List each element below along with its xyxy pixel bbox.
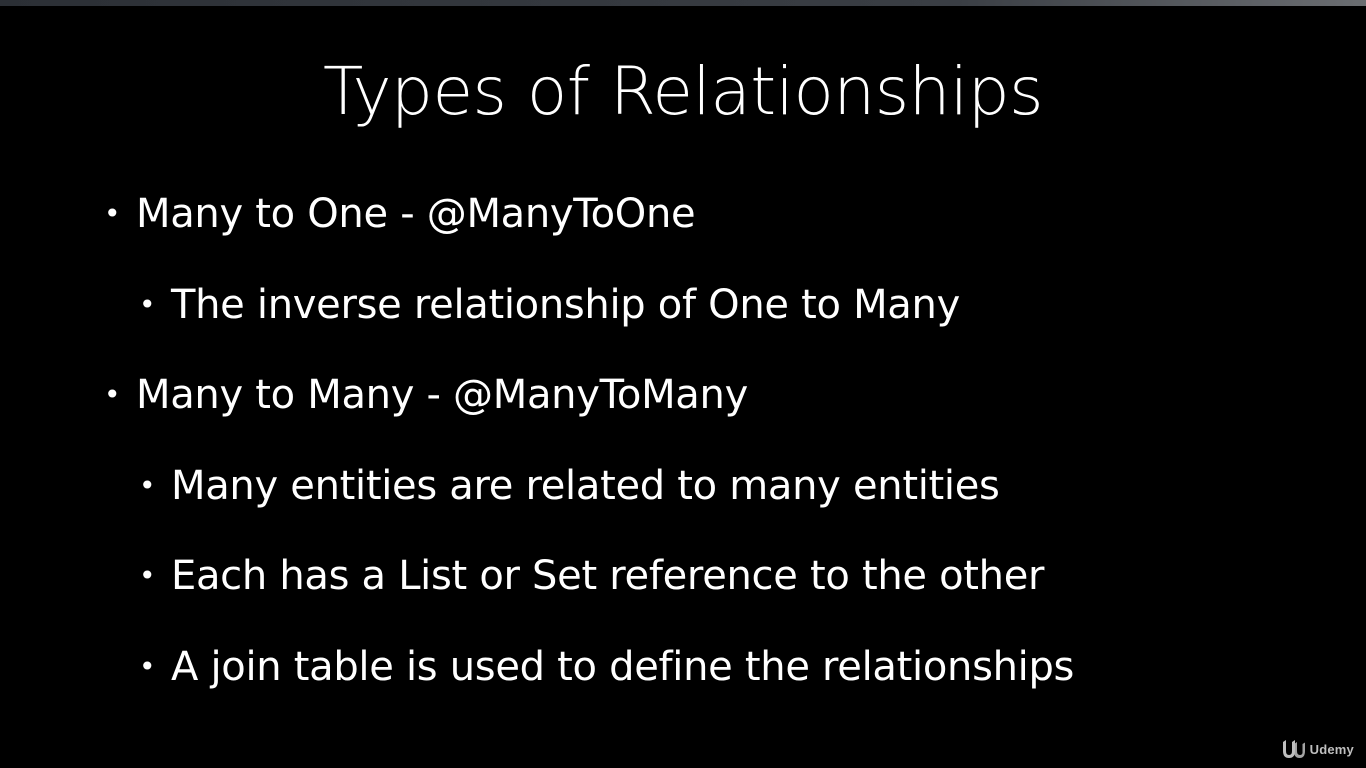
bullet-dot-icon: • — [139, 650, 156, 683]
bullet-many-to-many: • Many to Many - @ManyToMany — [104, 371, 748, 419]
bullet-dot-icon: • — [139, 559, 156, 592]
bullet-dot-icon: • — [104, 378, 121, 411]
bullet-text: Many to One - @ManyToOne — [136, 191, 696, 237]
sub-bullet-many-entities: • Many entities are related to many enti… — [139, 462, 1000, 510]
bullet-text: A join table is used to define the relat… — [171, 644, 1075, 690]
slide-title: Types of Relationships — [322, 53, 1044, 130]
bullet-text: Each has a List or Set reference to the … — [171, 553, 1045, 599]
sub-bullet-join-table: • A join table is used to define the rel… — [139, 643, 1075, 691]
watermark-text: Udemy — [1309, 741, 1354, 757]
bullet-dot-icon: • — [104, 197, 121, 230]
bullet-dot-icon: • — [139, 469, 156, 502]
sub-bullet-inverse-relationship: • The inverse relationship of One to Man… — [139, 281, 960, 329]
udemy-watermark: Udemy — [1280, 738, 1354, 760]
bullet-text: The inverse relationship of One to Many — [171, 282, 960, 328]
udemy-logo-icon — [1282, 740, 1305, 758]
bullet-text: Many entities are related to many entiti… — [171, 463, 1000, 509]
top-progress-bar — [0, 0, 1366, 6]
bullet-many-to-one: • Many to One - @ManyToOne — [104, 190, 696, 238]
slide: Types of Relationships • Many to One - @… — [0, 0, 1366, 768]
bullet-text: Many to Many - @ManyToMany — [136, 372, 748, 418]
bullet-dot-icon: • — [139, 288, 156, 321]
sub-bullet-list-or-set: • Each has a List or Set reference to th… — [139, 552, 1045, 600]
